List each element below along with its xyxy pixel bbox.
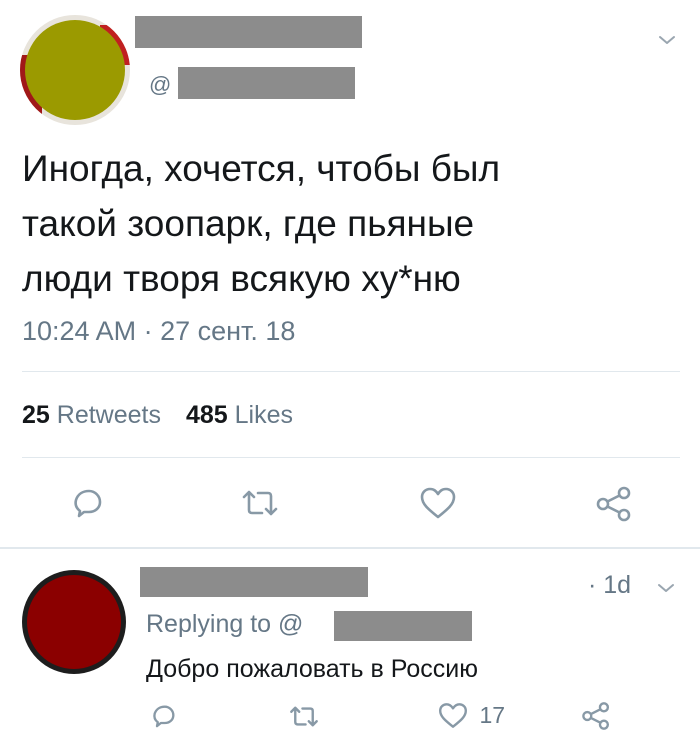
- reply-avatar[interactable]: [22, 570, 126, 674]
- retweets-count: 25: [22, 401, 50, 429]
- share-icon[interactable]: [594, 485, 634, 523]
- reply-text: Добро пожаловать в Россию: [146, 655, 478, 683]
- like-action[interactable]: 17: [437, 701, 505, 731]
- divider: [0, 547, 700, 549]
- retweets-stat[interactable]: 25 Retweets: [22, 401, 168, 429]
- reply-icon[interactable]: [70, 485, 106, 521]
- avatar[interactable]: [20, 15, 130, 125]
- reply-display-name-redacted[interactable]: [140, 567, 368, 597]
- divider: [22, 457, 680, 458]
- like-count: 17: [479, 702, 506, 728]
- replying-to-label: Replying to: [146, 610, 272, 638]
- tweet-stats: 25 Retweets 485 Likes: [22, 400, 293, 430]
- chevron-down-icon[interactable]: [656, 30, 678, 50]
- replying-to: Replying to @: [146, 609, 303, 639]
- reply-icon[interactable]: [150, 702, 178, 730]
- retweet-icon[interactable]: [240, 486, 280, 520]
- replying-to-handle-redacted[interactable]: [334, 611, 472, 641]
- replying-to-at[interactable]: @: [278, 610, 303, 638]
- tweet-text-line: Иногда, хочется, чтобы был: [22, 148, 501, 189]
- tweet-text-line: такой зоопарк, где пьяные: [22, 203, 475, 244]
- tweet-text-line: люди творя всякую ху*ню: [22, 258, 461, 299]
- retweet-icon[interactable]: [288, 703, 320, 730]
- handle-at: @: [149, 72, 172, 97]
- heart-icon[interactable]: [418, 485, 458, 521]
- heart-icon[interactable]: [437, 701, 469, 730]
- divider: [22, 371, 680, 372]
- retweets-label: Retweets: [56, 401, 161, 429]
- chevron-down-icon[interactable]: [655, 578, 677, 598]
- reply-time[interactable]: · 1d: [588, 570, 631, 600]
- tweet-timestamp[interactable]: 10:24 AM · 27 сент. 18: [22, 315, 295, 347]
- likes-count: 485: [185, 401, 228, 429]
- tweet-text: Иногда, хочется, чтобы был такой зоопарк…: [22, 141, 682, 306]
- share-icon[interactable]: [580, 701, 612, 731]
- handle-redacted[interactable]: [178, 67, 355, 99]
- likes-stat[interactable]: 485 Likes: [186, 401, 293, 429]
- display-name-redacted[interactable]: [135, 16, 362, 48]
- likes-label: Likes: [234, 401, 293, 429]
